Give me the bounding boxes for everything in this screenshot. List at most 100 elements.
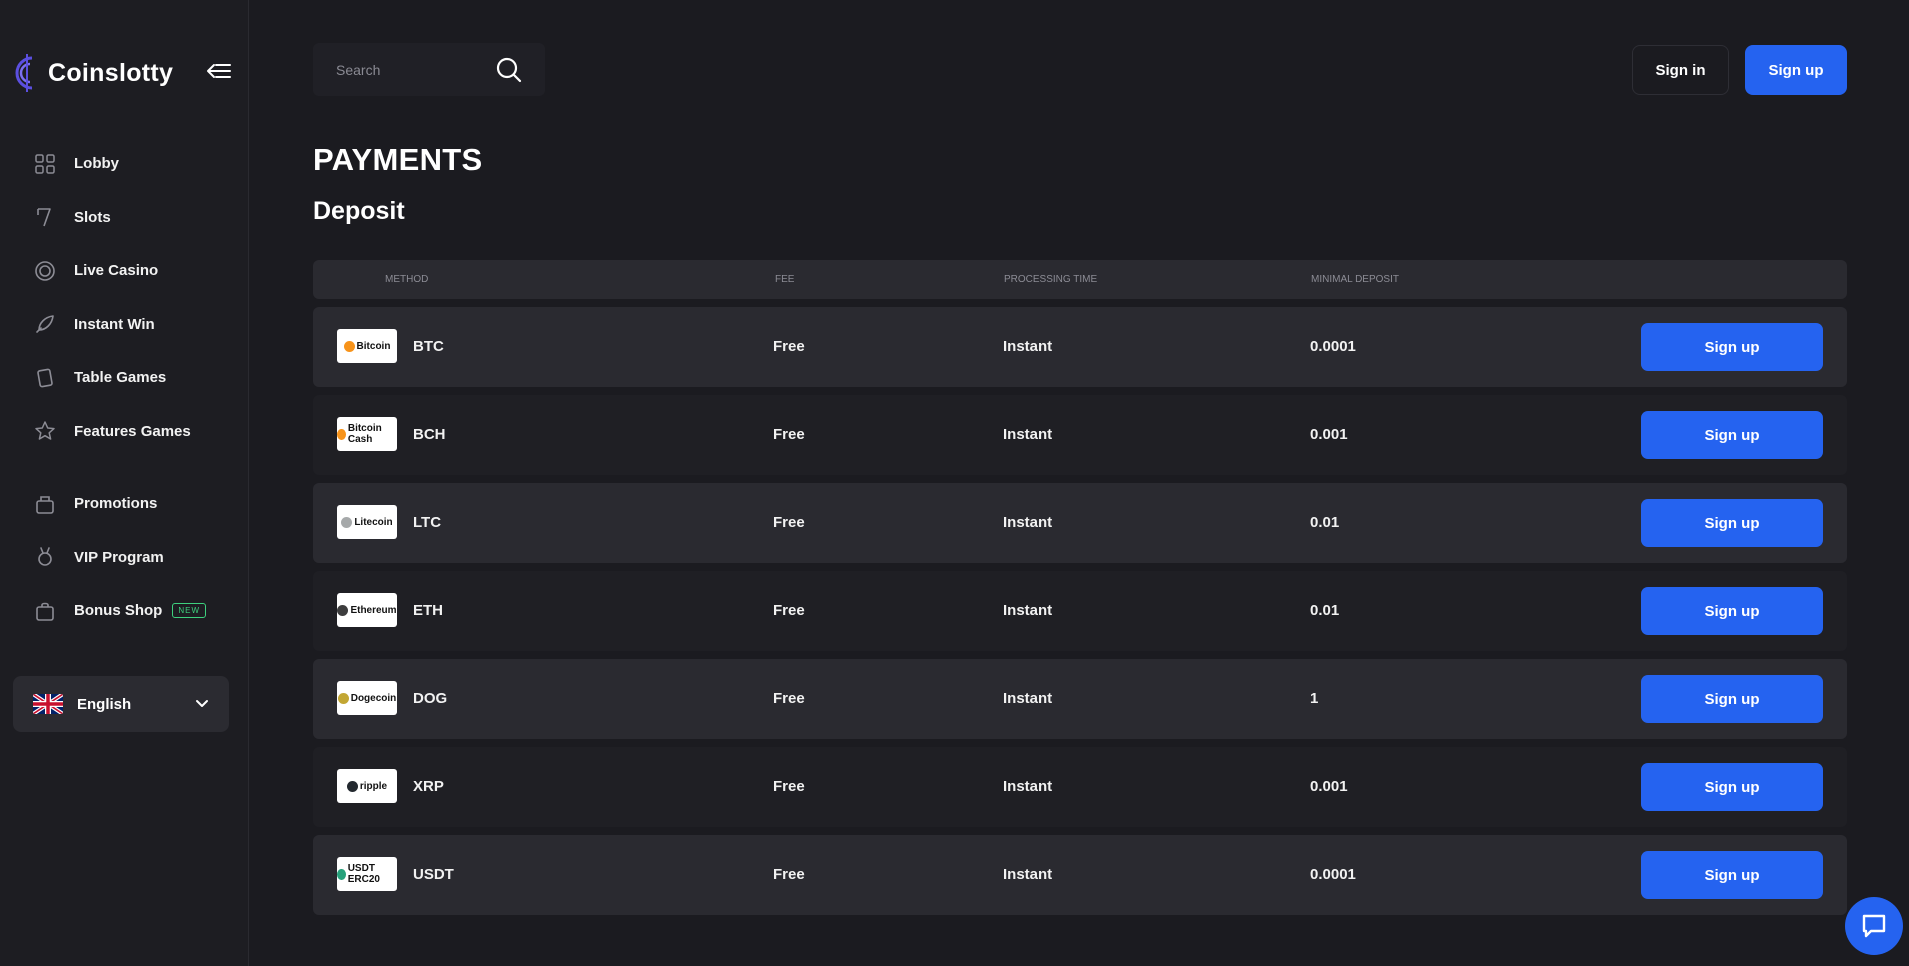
medal-icon: [34, 546, 56, 568]
gift-icon: [34, 493, 56, 515]
minimal-deposit-value: 0.001: [1310, 426, 1348, 443]
payment-method-logo: Dogecoin: [337, 681, 397, 715]
sidebar-nav: Lobby Slots Live Casino Instant Win Tabl…: [34, 137, 234, 638]
sidebar-item-instant-win[interactable]: Instant Win: [34, 298, 234, 352]
brand-name: Coinslotty: [48, 58, 174, 87]
payment-method-code: ETH: [413, 602, 443, 619]
payment-method-code: LTC: [413, 514, 442, 531]
row-sign-up-button[interactable]: Sign up: [1641, 675, 1823, 723]
brand-logo[interactable]: Coinslotty: [12, 52, 173, 94]
processing-time-value: Instant: [1003, 338, 1053, 355]
payment-method-code: BTC: [413, 338, 444, 355]
row-sign-up-button[interactable]: Sign up: [1641, 411, 1823, 459]
fee-value: Free: [773, 690, 805, 707]
payment-method-logo-text: Dogecoin: [350, 692, 397, 704]
coin-icon: [346, 780, 358, 792]
sidebar: Coinslotty Lobby Slots Live Casino Insta…: [0, 0, 249, 966]
coin-icon: [337, 428, 346, 440]
payment-method-code: DOG: [413, 690, 448, 707]
sign-in-button[interactable]: Sign in: [1632, 45, 1729, 95]
section-title: Deposit: [313, 197, 405, 225]
nav-divider: [34, 458, 234, 477]
table-row: Dogecoin DOG Free Instant 1 Sign up: [313, 659, 1847, 739]
row-sign-up-button[interactable]: Sign up: [1641, 851, 1823, 899]
language-label: English: [77, 695, 132, 713]
table-row: ripple XRP Free Instant 0.001 Sign up: [313, 747, 1847, 827]
payment-method-logo: Ethereum: [337, 593, 397, 627]
minimal-deposit-value: 0.0001: [1310, 338, 1356, 355]
sidebar-item-slots[interactable]: Slots: [34, 191, 234, 245]
minimal-deposit-value: 0.001: [1310, 778, 1348, 795]
star-icon: [34, 420, 56, 442]
collapse-sidebar-icon[interactable]: [206, 60, 232, 82]
payments-table: METHOD FEE PROCESSING TIME MINIMAL DEPOS…: [313, 260, 1847, 915]
row-sign-up-button[interactable]: Sign up: [1641, 763, 1823, 811]
payment-method-logo: Bitcoin Cash: [337, 417, 397, 451]
sidebar-item-label: VIP Program: [74, 548, 164, 566]
chevron-down-icon: [196, 700, 208, 707]
rocket-icon: [34, 313, 56, 335]
coin-icon: [337, 692, 349, 704]
language-selector[interactable]: English: [13, 676, 229, 732]
payment-method-code: XRP: [413, 778, 444, 795]
shop-bag-icon: [34, 600, 56, 622]
fee-value: Free: [773, 866, 805, 883]
sidebar-item-label: Features Games: [74, 422, 191, 440]
payment-method-logo: Litecoin: [337, 505, 397, 539]
payment-method-logo-text: Bitcoin Cash: [347, 423, 382, 445]
payment-method-logo: ripple: [337, 769, 397, 803]
page-title: PAYMENTS: [313, 142, 483, 177]
processing-time-value: Instant: [1003, 602, 1053, 619]
chat-launcher-button[interactable]: [1845, 897, 1903, 955]
roulette-icon: [34, 260, 56, 282]
payment-method-logo: USDT ERC20: [337, 857, 397, 891]
sidebar-item-label: Live Casino: [74, 262, 159, 280]
minimal-deposit-value: 0.01: [1310, 602, 1340, 619]
coin-icon: [343, 340, 355, 352]
search-icon[interactable]: [495, 56, 523, 84]
payment-method-logo: Bitcoin: [337, 329, 397, 363]
fee-value: Free: [773, 338, 805, 355]
sidebar-item-live-casino[interactable]: Live Casino: [34, 244, 234, 298]
sidebar-item-promotions[interactable]: Promotions: [34, 477, 234, 531]
new-badge: NEW: [172, 603, 206, 619]
fee-value: Free: [773, 778, 805, 795]
sidebar-item-lobby[interactable]: Lobby: [34, 137, 234, 191]
search-bar: [313, 43, 545, 96]
coin-icon: [341, 516, 353, 528]
processing-time-value: Instant: [1003, 514, 1053, 531]
row-sign-up-button[interactable]: Sign up: [1641, 323, 1823, 371]
chat-bubble-icon: [1862, 914, 1886, 938]
sidebar-item-label: Instant Win: [74, 315, 155, 333]
payment-method-logo-text: Litecoin: [354, 516, 393, 528]
row-sign-up-button[interactable]: Sign up: [1641, 499, 1823, 547]
table-row: Bitcoin BTC Free Instant 0.0001 Sign up: [313, 307, 1847, 387]
column-header-processing-time: PROCESSING TIME: [1004, 274, 1098, 285]
column-header-method: METHOD: [385, 274, 429, 285]
sidebar-item-bonus-shop[interactable]: Bonus Shop NEW: [34, 584, 234, 638]
uk-flag-icon: [33, 694, 63, 714]
sidebar-item-features-games[interactable]: Features Games: [34, 405, 234, 459]
processing-time-value: Instant: [1003, 778, 1053, 795]
row-sign-up-button[interactable]: Sign up: [1641, 587, 1823, 635]
table-row: USDT ERC20 USDT Free Instant 0.0001 Sign up: [313, 835, 1847, 915]
sidebar-item-label: Lobby: [74, 155, 119, 173]
coinslotty-logo-icon: [15, 54, 33, 92]
payment-method-logo-text: USDT ERC20: [347, 863, 380, 885]
table-row: Bitcoin Cash BCH Free Instant 0.001 Sign up: [313, 395, 1847, 475]
sidebar-item-label: Slots: [74, 208, 111, 226]
minimal-deposit-value: 0.0001: [1310, 866, 1356, 883]
fee-value: Free: [773, 514, 805, 531]
coin-icon: [337, 868, 346, 880]
sign-up-button[interactable]: Sign up: [1745, 45, 1847, 95]
sidebar-item-table-games[interactable]: Table Games: [34, 351, 234, 405]
coin-icon: [337, 604, 349, 616]
processing-time-value: Instant: [1003, 690, 1053, 707]
table-row: Ethereum ETH Free Instant 0.01 Sign up: [313, 571, 1847, 651]
minimal-deposit-value: 0.01: [1310, 514, 1340, 531]
table-body: Bitcoin BTC Free Instant 0.0001 Sign up Bitcoi…: [313, 307, 1847, 915]
sidebar-item-label: Promotions: [74, 495, 158, 513]
search-input[interactable]: [336, 61, 486, 78]
sidebar-item-label: Bonus Shop: [74, 602, 163, 620]
sidebar-item-vip-program[interactable]: VIP Program: [34, 531, 234, 585]
